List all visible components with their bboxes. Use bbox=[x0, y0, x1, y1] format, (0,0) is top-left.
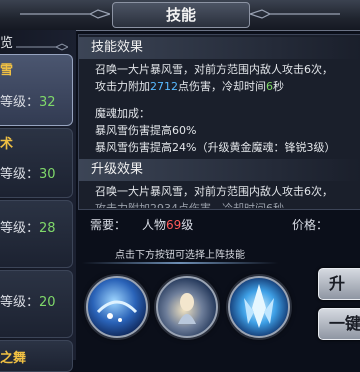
window-title: 技能 bbox=[112, 2, 250, 28]
skill-card-4[interactable]: 等级：20 bbox=[0, 270, 73, 338]
skill-card-level: 等级：20 bbox=[0, 295, 56, 310]
hint-divider bbox=[82, 262, 278, 264]
ice-crystal-skill-icon[interactable] bbox=[228, 276, 290, 338]
skill-card-level: 等级：30 bbox=[0, 167, 56, 182]
title-bar: 技能 bbox=[0, 0, 360, 31]
soul-bonus-1: 暴风雪伤害提高60% bbox=[95, 124, 197, 137]
skill-detail-panel: 技能效果 召唤一大片暴风雪，对前方范围内敌人攻击6次， 攻击力附加2712点伤害… bbox=[78, 34, 360, 210]
skill-card-level: 等级：32 bbox=[0, 95, 56, 110]
skill-list-panel: 览 雪 等级：32 术 等级：30 等级：28 等级：20 之舞 bbox=[0, 30, 76, 372]
skill-card-name: 术 bbox=[0, 137, 14, 152]
soul-bonus-2: 暴风雪伤害提高24%（升级黄金魔魂：锋锐3级） bbox=[95, 141, 336, 154]
price-label: 价格： bbox=[292, 218, 329, 232]
skill-card-5[interactable]: 之舞 bbox=[0, 340, 73, 372]
upgrade-effect-line2: 攻击力附加2934点伤害，冷却时间6秒 bbox=[95, 200, 360, 208]
skill-card-2[interactable]: 术 等级：30 bbox=[0, 128, 73, 198]
one-click-upgrade-button[interactable]: 一键 bbox=[318, 308, 360, 340]
damage-value: 2712 bbox=[150, 80, 178, 93]
header-ornament bbox=[16, 36, 70, 51]
skill-card-blizzard[interactable]: 雪 等级：32 bbox=[0, 54, 73, 126]
ice-fairy-skill-icon[interactable] bbox=[156, 276, 218, 338]
requirement-label: 需要： bbox=[90, 218, 127, 232]
skill-effect-line2: 攻击力附加2712点伤害，冷却时间6秒 bbox=[95, 80, 284, 93]
title-ornament-left bbox=[20, 9, 110, 19]
upgrade-effect-heading: 升级效果 bbox=[79, 159, 360, 181]
skill-card-name: 雪 bbox=[0, 63, 14, 78]
upgrade-button[interactable]: 升 bbox=[318, 268, 360, 300]
requirement-value: 人物69级 bbox=[142, 218, 194, 232]
soul-bonus-title: 魔魂加成： bbox=[95, 107, 150, 120]
select-skill-hint: 点击下方按钮可选择上阵技能 bbox=[115, 250, 245, 261]
skill-card-3[interactable]: 等级：28 bbox=[0, 200, 73, 268]
skill-effect-heading: 技能效果 bbox=[79, 37, 360, 59]
skill-card-name: 之舞 bbox=[0, 351, 27, 366]
blizzard-skill-icon[interactable] bbox=[86, 276, 148, 338]
skill-list-header: 览 bbox=[0, 36, 14, 51]
skill-effect-line1: 召唤一大片暴风雪，对前方范围内敌人攻击6次， bbox=[95, 63, 333, 76]
upgrade-effect-line1: 召唤一大片暴风雪，对前方范围内敌人攻击6次， bbox=[95, 185, 333, 198]
skill-card-level: 等级：28 bbox=[0, 221, 56, 236]
title-ornament-right bbox=[250, 9, 340, 19]
requirement-bar: 需要： 人物69级 价格： bbox=[78, 212, 360, 236]
cooldown-value: 6 bbox=[266, 80, 273, 93]
